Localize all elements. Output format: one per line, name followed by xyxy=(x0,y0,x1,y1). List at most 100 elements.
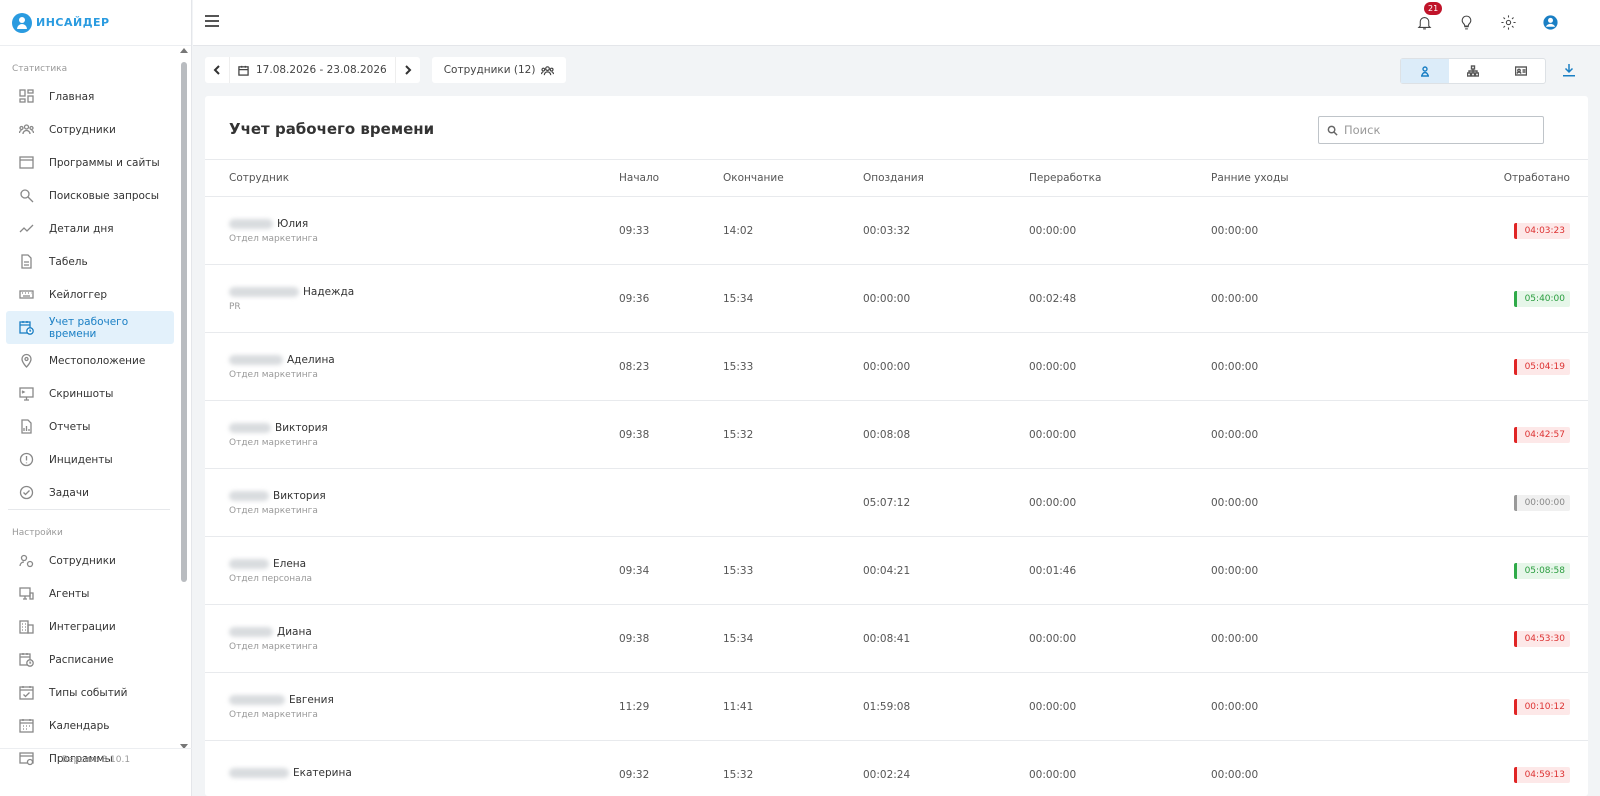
clock-calendar-icon xyxy=(18,320,34,336)
employee-cell: Евгения Отдел маркетинга xyxy=(205,694,619,720)
dashboard-icon xyxy=(18,89,34,105)
start-time-cell: 09:33 xyxy=(619,224,650,237)
sidebar-item-label: Местоположение xyxy=(49,354,146,367)
column-header[interactable]: Ранние уходы xyxy=(1211,172,1391,184)
worktime-card: Учет рабочего времени СотрудникНачалоОко… xyxy=(205,96,1588,796)
sidebar-item[interactable]: Кейлоггер xyxy=(6,278,174,311)
date-range-field[interactable]: 17.08.2026 - 23.08.2026 xyxy=(229,57,396,83)
early-leave-cell: 00:00:00 xyxy=(1211,360,1259,373)
late-cell: 00:08:08 xyxy=(863,428,911,441)
sidebar-item-label: Скриншоты xyxy=(49,387,114,400)
worked-time-badge: 04:59:13 xyxy=(1513,766,1570,783)
column-header[interactable]: Опоздания xyxy=(863,172,1029,184)
sidebar-item-label: Табель xyxy=(49,255,88,268)
sidebar-item[interactable]: Задачи xyxy=(6,476,174,509)
early-leave-cell: 00:00:00 xyxy=(1211,700,1259,713)
redacted-surname xyxy=(229,490,269,501)
sidebar-item[interactable]: Типы событий xyxy=(6,676,174,709)
view-switcher xyxy=(1400,58,1546,84)
employee-first-name: Аделина xyxy=(287,353,335,366)
alert-circle-icon xyxy=(18,452,34,468)
view-employee-button[interactable] xyxy=(1401,59,1449,83)
employee-first-name: Екатерина xyxy=(293,766,352,779)
worked-time-badge: 04:53:30 xyxy=(1513,630,1570,647)
table-row[interactable]: Аделина Отдел маркетинга 08:23 15:33 00:00:0… xyxy=(205,333,1588,401)
worked-time-badge: 00:00:00 xyxy=(1513,494,1570,511)
table-row[interactable]: Надежда PR 09:36 15:34 00:00:00 00:02:48 00:00… xyxy=(205,265,1588,333)
start-time-cell: 09:34 xyxy=(619,564,650,577)
sidebar-item[interactable]: Детали дня xyxy=(6,212,174,245)
employee-first-name: Елена xyxy=(273,557,307,570)
table-row[interactable]: Юлия Отдел маркетинга 09:33 14:02 00:03:32 00… xyxy=(205,197,1588,265)
sidebar-item[interactable]: Агенты xyxy=(6,577,174,610)
sidebar-scrollbar[interactable] xyxy=(178,46,188,762)
lightbulb-icon[interactable] xyxy=(1456,12,1476,32)
gear-icon[interactable] xyxy=(1498,12,1518,32)
late-cell: 00:00:00 xyxy=(863,360,911,373)
user-profile-icon[interactable] xyxy=(1540,12,1560,32)
late-cell: 05:07:12 xyxy=(863,496,911,509)
view-card-button[interactable] xyxy=(1497,59,1545,83)
sidebar-item[interactable]: Отчеты xyxy=(6,410,174,443)
redacted-surname xyxy=(229,694,285,705)
employee-cell: Надежда PR xyxy=(205,286,619,312)
sidebar-item[interactable]: Сотрудники xyxy=(6,544,174,577)
employee-cell: Аделина Отдел маркетинга xyxy=(205,354,619,380)
sidebar-item[interactable]: Табель xyxy=(6,245,174,278)
start-time-cell: 09:38 xyxy=(619,428,650,441)
sidebar-item-label: Инциденты xyxy=(49,453,113,466)
menu-burger-icon[interactable] xyxy=(205,15,219,27)
employee-department: Отдел маркетинга xyxy=(229,709,318,720)
prev-period-button[interactable] xyxy=(205,57,229,83)
sidebar-item[interactable]: Сотрудники xyxy=(6,113,174,146)
redacted-surname xyxy=(229,422,271,433)
sidebar-item[interactable]: Местоположение xyxy=(6,344,174,377)
worked-time-badge: 05:08:58 xyxy=(1513,562,1570,579)
person-icon xyxy=(1421,66,1429,77)
scroll-up-arrow-icon[interactable] xyxy=(180,48,188,53)
next-period-button[interactable] xyxy=(396,57,420,83)
download-icon[interactable] xyxy=(1562,62,1578,78)
overtime-cell: 00:01:46 xyxy=(1029,564,1077,577)
notifications-bell-icon[interactable]: 21 xyxy=(1414,2,1443,32)
logo[interactable]: ИНСАЙДЕР xyxy=(0,0,191,46)
sidebar-item[interactable]: Календарь xyxy=(6,709,174,742)
location-pin-icon xyxy=(18,353,34,369)
check-circle-icon xyxy=(18,485,34,501)
table-row[interactable]: Виктория Отдел маркетинга 09:38 15:32 00:08:… xyxy=(205,401,1588,469)
sidebar-section-title: Статистика xyxy=(12,64,68,74)
column-header[interactable]: Отработано xyxy=(1391,172,1588,184)
view-structure-button[interactable] xyxy=(1449,59,1497,83)
sidebar-item[interactable]: Скриншоты xyxy=(6,377,174,410)
column-header[interactable]: Переработка xyxy=(1029,172,1211,184)
sidebar-item[interactable]: Поисковые запросы xyxy=(6,179,174,212)
search-input[interactable] xyxy=(1344,123,1534,137)
scroll-thumb[interactable] xyxy=(181,62,187,582)
sidebar-item[interactable]: Учет рабочего времени xyxy=(6,311,174,344)
sidebar-item[interactable]: Главная xyxy=(6,80,174,113)
trend-icon xyxy=(18,221,34,237)
sidebar-item-label: Учет рабочего времени xyxy=(49,315,129,340)
table-row[interactable]: Елена Отдел персонала 09:34 15:33 00:04:21 00… xyxy=(205,537,1588,605)
chevron-right-icon xyxy=(404,65,412,75)
end-time-cell: 15:33 xyxy=(723,360,754,373)
late-cell: 01:59:08 xyxy=(863,700,911,713)
table-row[interactable]: Екатерина 09:32 15:32 00:02:24 00:00:00 00:00… xyxy=(205,741,1588,796)
column-header[interactable]: Начало xyxy=(619,172,723,184)
employee-name: Евгения xyxy=(229,694,619,706)
table-row[interactable]: Диана Отдел маркетинга 09:38 15:34 00:08:41 0… xyxy=(205,605,1588,673)
table-row[interactable]: Виктория Отдел маркетинга 05:07:12 00:00:00… xyxy=(205,469,1588,537)
sidebar-item[interactable]: Программы и сайты xyxy=(6,146,174,179)
late-cell: 00:02:24 xyxy=(863,768,911,781)
column-header[interactable]: Сотрудник xyxy=(205,172,619,184)
sidebar-item[interactable]: Интеграции xyxy=(6,610,174,643)
employees-filter-button[interactable]: Сотрудники (12) xyxy=(431,57,567,83)
monitor-icon xyxy=(18,386,34,402)
document-icon xyxy=(18,254,34,270)
worked-cell: 05:04:19 xyxy=(1391,358,1588,375)
overtime-cell: 00:00:00 xyxy=(1029,360,1077,373)
sidebar-item[interactable]: Инциденты xyxy=(6,443,174,476)
sidebar-item[interactable]: Расписание xyxy=(6,643,174,676)
table-row[interactable]: Евгения Отдел маркетинга 11:29 11:41 01:59:0… xyxy=(205,673,1588,741)
column-header[interactable]: Окончание xyxy=(723,172,863,184)
